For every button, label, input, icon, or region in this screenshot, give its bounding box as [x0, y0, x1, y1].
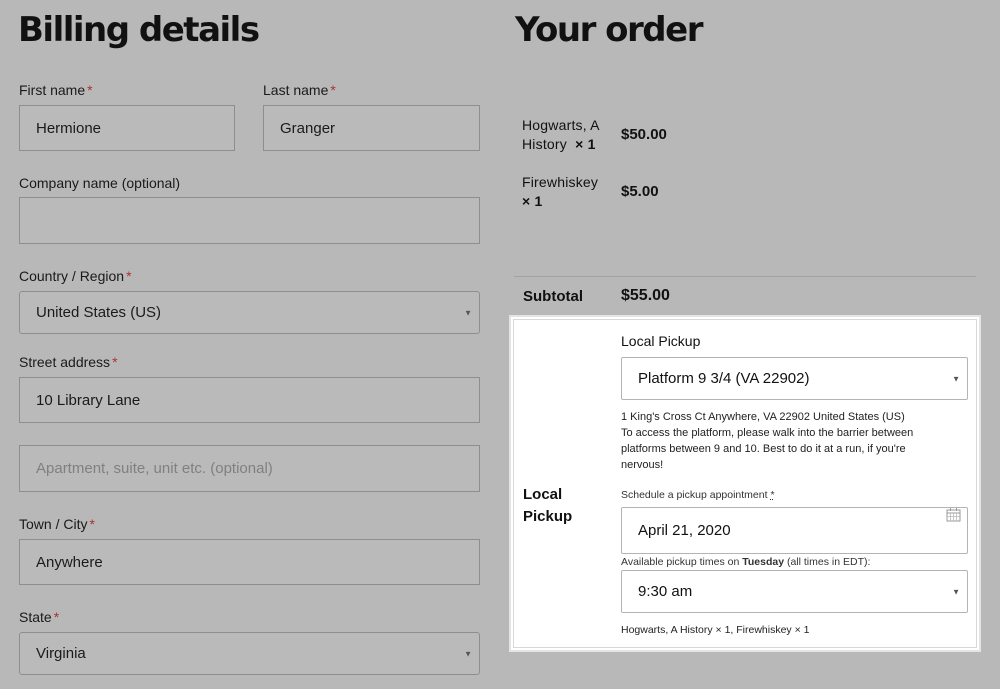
first-name-field[interactable]: Hermione — [19, 105, 235, 151]
state-select[interactable]: Virginia ▼ — [19, 632, 480, 675]
company-label: Company name (optional) — [19, 175, 181, 191]
pickup-address-line: 1 King's Cross Ct Anywhere, VA 22902 Uni… — [621, 411, 905, 423]
chevron-down-icon: ▼ — [464, 649, 472, 658]
street-label-text: Street address — [19, 354, 111, 370]
pickup-date-value: April 21, 2020 — [638, 522, 731, 539]
street-field[interactable]: 10 Library Lane — [19, 377, 480, 423]
pickup-address: 1 King's Cross Ct Anywhere, VA 22902 Uni… — [621, 409, 913, 473]
required-marker: * — [126, 268, 132, 284]
calendar-icon[interactable] — [946, 507, 961, 522]
last-name-label-text: Last name — [263, 82, 329, 98]
shipping-row-label-line: Local — [523, 486, 563, 503]
required-marker: * — [53, 609, 60, 625]
schedule-label-text: Schedule a pickup appointment — [621, 489, 768, 501]
pickup-date-input[interactable]: April 21, 2020 — [621, 507, 968, 554]
first-name-label: First name * — [19, 82, 93, 98]
order-divider — [514, 276, 976, 277]
order-item-name: Hogwarts, A History × 1 — [522, 116, 600, 154]
required-marker: * — [87, 82, 93, 98]
order-title: Your order — [515, 10, 703, 50]
order-item-name-line: Firewhiskey — [522, 174, 599, 190]
country-label-text: Country / Region — [19, 268, 125, 284]
required-marker: * — [89, 516, 95, 532]
required-marker: * — [330, 82, 336, 98]
pickup-note-line: To access the platform, please walk into… — [621, 427, 914, 439]
chevron-down-icon: ▼ — [464, 308, 472, 317]
pickup-location-value: Platform 9 3/4 (VA 22902) — [638, 370, 810, 387]
available-times-label: Available pickup times on Tuesday (all t… — [621, 554, 870, 570]
pickup-note-line: platforms between 9 and 10. Best to do i… — [621, 443, 906, 455]
town-label: Town / City * — [19, 516, 95, 532]
required-marker: * — [770, 489, 775, 501]
company-field[interactable] — [19, 197, 480, 244]
subtotal-value: $55.00 — [621, 287, 670, 304]
pickup-time-value: 9:30 am — [638, 583, 693, 600]
billing-title: Billing details — [18, 10, 260, 50]
local-pickup-heading: Local Pickup — [621, 333, 701, 349]
country-value: United States (US) — [36, 304, 162, 321]
order-item-price: $5.00 — [621, 183, 659, 200]
chevron-down-icon: ▼ — [952, 587, 960, 596]
order-item-name: Firewhiskey × 1 — [522, 173, 598, 211]
town-label-text: Town / City — [19, 516, 88, 532]
apartment-field[interactable]: Apartment, suite, unit etc. (optional) — [19, 445, 480, 492]
order-item-name-line: Hogwarts, A — [522, 117, 600, 133]
chevron-down-icon: ▼ — [952, 374, 960, 383]
order-item-qty: × 1 — [522, 193, 543, 209]
state-label-text: State — [19, 609, 52, 625]
shipping-row-label-line: Pickup — [523, 508, 573, 525]
order-item-name-line: History × 1 — [522, 136, 596, 152]
available-times-day: Tuesday — [742, 556, 785, 568]
pickup-note-line: nervous! — [621, 459, 664, 471]
pickup-items-summary: Hogwarts, A History × 1, Firewhiskey × 1 — [621, 624, 810, 636]
subtotal-label: Subtotal — [523, 288, 583, 305]
schedule-label: Schedule a pickup appointment * — [621, 487, 775, 503]
town-field[interactable]: Anywhere — [19, 539, 480, 585]
country-select[interactable]: United States (US) ▼ — [19, 291, 480, 334]
state-label: State * — [19, 609, 59, 625]
pickup-time-select[interactable]: 9:30 am ▼ — [621, 570, 968, 613]
pickup-location-select[interactable]: Platform 9 3/4 (VA 22902) ▼ — [621, 357, 968, 400]
country-label: Country / Region * — [19, 268, 132, 284]
available-times-prefix: Available pickup times on — [621, 556, 740, 568]
shipping-row-label: Local Pickup — [523, 484, 572, 528]
required-marker: * — [112, 354, 118, 370]
order-item-price: $50.00 — [621, 126, 667, 143]
first-name-label-text: First name — [19, 82, 86, 98]
last-name-label: Last name * — [263, 82, 336, 98]
order-item-qty: × 1 — [575, 136, 596, 152]
street-label: Street address * — [19, 354, 118, 370]
available-times-suffix: (all times in EDT): — [786, 556, 871, 568]
state-value: Virginia — [36, 645, 86, 662]
last-name-field[interactable]: Granger — [263, 105, 480, 151]
